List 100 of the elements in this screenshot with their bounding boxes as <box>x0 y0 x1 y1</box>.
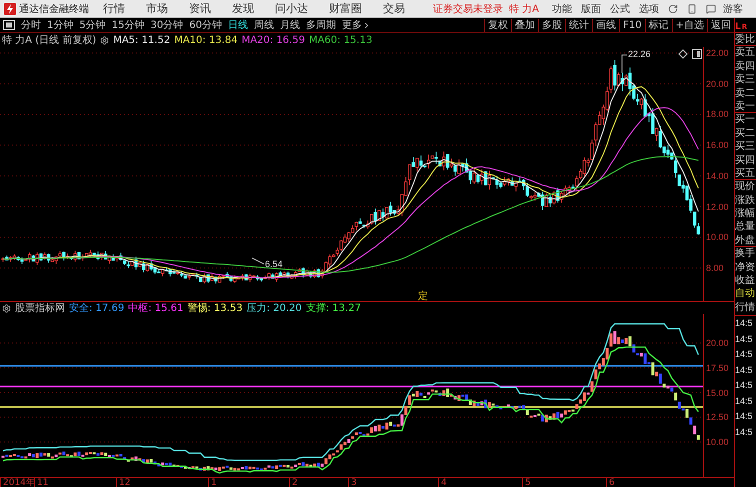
moving-average-value: MA20: 16.59 <box>242 34 305 46</box>
period-tab[interactable]: 1分钟 <box>44 18 76 32</box>
indicator-axis-label: 12.50 <box>706 412 729 422</box>
chart-tool-button[interactable]: 统计 <box>565 18 592 32</box>
time-axis-label: 11 <box>34 478 48 487</box>
indicator-axis-label: 17.50 <box>706 362 729 373</box>
indicator-value: 中枢: 15.61 <box>128 302 184 315</box>
stock-name: 特 力A <box>508 2 540 16</box>
chart-tool-button[interactable]: 画线 <box>592 18 620 32</box>
settings-icon[interactable] <box>100 36 110 44</box>
period-tab[interactable]: 15分钟 <box>108 18 148 32</box>
indicator-value: 压力: 20.20 <box>246 302 302 315</box>
time-axis-label: 12 <box>116 478 130 487</box>
login-status[interactable]: 证券交易未登录 <box>432 2 503 16</box>
toolbar-menu-item[interactable]: 公式 <box>610 2 630 16</box>
settings-icon[interactable] <box>2 304 11 312</box>
quote-label: 收益 <box>735 274 756 288</box>
period-tab[interactable]: 更多 <box>338 18 374 32</box>
period-tab[interactable]: 60分钟 <box>186 18 225 32</box>
quote-label: 买五 <box>735 166 756 180</box>
menu-item[interactable]: 发现 <box>232 1 254 16</box>
time-axis-label: 2 <box>289 478 298 487</box>
period-tab[interactable]: 月线 <box>276 18 303 32</box>
period-tab[interactable]: 日线 <box>224 18 251 32</box>
event-marker[interactable]: 定 <box>418 291 428 301</box>
time-axis-label: 5 <box>522 478 531 487</box>
trade-time: 14:5 <box>735 348 754 362</box>
price-axis-label: 14.00 <box>706 170 729 181</box>
chart-tool-button[interactable]: F10 <box>619 18 645 32</box>
trade-time: 14:5 <box>735 426 754 439</box>
menu-item[interactable]: 行情 <box>103 1 125 16</box>
toolbar-menu-item[interactable]: 功能 <box>552 2 572 16</box>
menu-item[interactable]: 问小达 <box>275 1 308 16</box>
trade-time: 14:5 <box>735 394 754 408</box>
quote-label: 买二 <box>735 126 756 140</box>
message-icon[interactable] <box>706 4 716 14</box>
price-axis-label: 10.00 <box>706 232 729 242</box>
panel-icon[interactable] <box>692 49 702 59</box>
app-logo-icon <box>4 2 16 14</box>
period-tab[interactable]: 分时 <box>18 18 44 32</box>
price-axis-label: 16.00 <box>706 140 729 150</box>
menu-item[interactable]: 市场 <box>146 1 168 16</box>
user-name[interactable]: 游客 <box>722 2 743 16</box>
toolbar-menu-item[interactable]: 选项 <box>639 2 659 16</box>
time-axis-label: 1 <box>208 478 217 487</box>
quote-label: 买四 <box>735 154 756 167</box>
menu-item[interactable]: 财富圈 <box>329 1 362 16</box>
moving-average-value: MA60: 15.13 <box>308 34 372 46</box>
indicator-axis-label: 15.00 <box>706 388 729 398</box>
period-tab[interactable]: 多周期 <box>302 18 339 32</box>
price-axis-label: 12.00 <box>706 202 729 212</box>
quote-label: 换手 <box>735 247 756 261</box>
indicator-value: 警惕: 13.53 <box>187 302 243 315</box>
diamond-icon[interactable] <box>678 49 688 59</box>
indicator-axis-label: 20.00 <box>706 338 729 348</box>
trade-time: 14:5 <box>735 410 754 424</box>
chart-tool-button[interactable]: +自选 <box>672 18 707 32</box>
quote-label: 现价 <box>735 180 756 194</box>
chart-tool-button[interactable]: 叠加 <box>511 18 538 32</box>
mode-label[interactable]: 自动 <box>735 287 756 302</box>
phone-icon[interactable] <box>687 4 697 14</box>
price-axis-label: 18.00 <box>706 109 729 120</box>
quote-label: 卖二 <box>735 86 756 100</box>
quote-label: 买一 <box>735 113 756 127</box>
indicator-value: 支撑: 13.27 <box>306 302 361 315</box>
time-axis-label: 4 <box>438 478 447 487</box>
trade-time: 14:5 <box>735 317 754 330</box>
quote-label: 卖三 <box>735 73 756 87</box>
quote-label: 买三 <box>735 140 756 154</box>
chart-tool-button[interactable]: 标记 <box>644 18 672 32</box>
menu-item[interactable]: 交易 <box>383 1 405 16</box>
period-tab[interactable]: 5分钟 <box>76 18 109 32</box>
indicator-title: 股票指标网 <box>15 302 65 315</box>
period-tab[interactable]: 30分钟 <box>147 18 186 32</box>
chart-tool-button[interactable]: 返回 <box>707 18 734 32</box>
price-axis-label: 8.00 <box>706 263 724 274</box>
chart-tool-button[interactable]: 多股 <box>538 18 566 32</box>
quote-label: 总量 <box>735 220 756 234</box>
quote-label: 外盘 <box>735 234 756 248</box>
stock-title: 特 力A (日线 前复权) <box>2 34 96 47</box>
quote-label: 卖四 <box>735 60 756 74</box>
quote-label: 卖一 <box>735 100 756 114</box>
time-axis-label: 6 <box>606 478 615 487</box>
chart-tool-button[interactable]: 复权 <box>484 18 512 32</box>
quote-label: 净资 <box>735 260 756 274</box>
trade-time: 14:5 <box>735 379 754 392</box>
section-label: 行情 <box>735 301 756 316</box>
period-tab[interactable]: 周线 <box>250 18 277 32</box>
quote-label: 委比 <box>735 33 756 46</box>
toolbar-menu-item[interactable]: 版面 <box>581 2 601 16</box>
panel-letter[interactable]: L <box>735 23 741 32</box>
trade-time: 14:5 <box>735 332 754 346</box>
refresh-icon[interactable] <box>668 4 678 14</box>
price-axis-label: 20.00 <box>706 78 729 89</box>
price-axis-label: 22.00 <box>706 48 729 58</box>
panel-toggle-icon[interactable] <box>3 20 15 30</box>
menu-item[interactable]: 资讯 <box>189 1 211 16</box>
moving-average-value: MA5: 11.52 <box>113 34 170 46</box>
indicator-value: 安全: 17.69 <box>69 302 124 315</box>
quote-label: 涨幅 <box>735 207 756 220</box>
